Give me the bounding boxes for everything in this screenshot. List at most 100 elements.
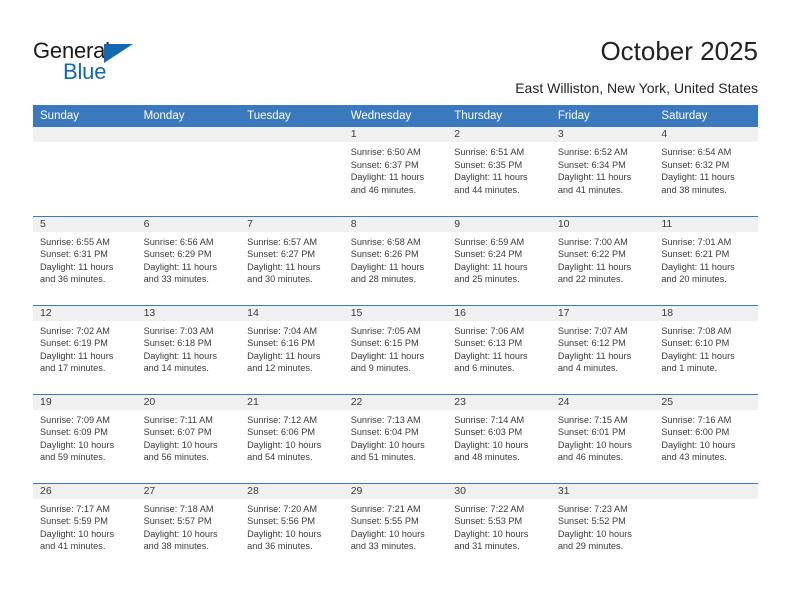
daylight-text-line2: and 41 minutes. [557,184,624,195]
calendar-day-cell[interactable]: 10 Sunrise: 7:00 AM Sunset: 6:22 PM Dayligh… [550,215,655,305]
daylight-text-line2: and 54 minutes. [247,452,313,463]
daylight-text-line1: Daylight: 11 hours [661,172,735,183]
day-details: Sunrise: 6:52 AM Sunset: 6:34 PM Daylight:… [551,142,655,196]
calendar-day-cell[interactable]: 24 Sunrise: 7:15 AM Sunset: 6:01 PM Dayligh… [550,393,655,483]
calendar-day-cell[interactable]: 4 Sunrise: 6:54 AM Sunset: 6:32 PM Daylight… [654,127,758,216]
calendar-day-cell[interactable]: 6 Sunrise: 6:56 AM Sunset: 6:29 PM Daylight… [136,215,241,305]
weekday-header-tuesday: Tuesday [240,105,344,127]
calendar-day-cell[interactable]: 14 Sunrise: 7:04 AM Sunset: 6:16 PM Dayligh… [240,304,344,394]
calendar-day-cell[interactable]: 11 Sunrise: 7:01 AM Sunset: 6:21 PM Dayligh… [654,215,758,305]
daylight-text-line1: Daylight: 11 hours [350,350,425,361]
day-details: Sunrise: 7:02 AM Sunset: 6:19 PM Daylight:… [33,321,137,375]
day-details: Sunrise: 6:54 AM Sunset: 6:32 PM Daylight:… [654,142,758,196]
sunrise-text: Sunrise: 7:20 AM [247,503,318,514]
day-details: Sunrise: 6:51 AM Sunset: 6:35 PM Daylight:… [447,142,551,196]
calendar-day-cell[interactable]: 23 Sunrise: 7:14 AM Sunset: 6:03 PM Dayligh… [447,393,551,483]
calendar-day-cell[interactable]: 15 Sunrise: 7:05 AM Sunset: 6:15 PM Dayligh… [343,304,448,394]
calendar-day-cell[interactable]: 5 Sunrise: 6:55 AM Sunset: 6:31 PM Daylight… [33,215,137,305]
day-number: 12 [33,305,137,321]
day-number: 25 [654,394,758,410]
calendar-day-cell[interactable]: 16 Sunrise: 7:06 AM Sunset: 6:13 PM Dayligh… [447,304,551,394]
calendar-day-cell[interactable]: 22 Sunrise: 7:13 AM Sunset: 6:04 PM Dayligh… [343,393,448,483]
sunset-text: Sunset: 6:19 PM [40,338,108,349]
day-number: 17 [550,305,655,321]
sunset-text: Sunset: 6:37 PM [350,159,419,170]
daylight-text-line2: and 9 minutes. [350,363,411,374]
calendar-day-cell[interactable]: 18 Sunrise: 7:08 AM Sunset: 6:10 PM Dayligh… [654,304,758,394]
calendar-day-cell[interactable]: 1 Sunrise: 6:50 AM Sunset: 6:37 PM Daylight… [343,127,448,216]
daylight-text-line2: and 56 minutes. [143,452,209,463]
daylight-text-line1: Daylight: 11 hours [40,350,114,361]
day-details: Sunrise: 7:23 AM Sunset: 5:52 PM Daylight:… [551,499,655,553]
calendar-day-cell[interactable]: 8 Sunrise: 6:58 AM Sunset: 6:26 PM Daylight… [343,215,448,305]
calendar-day-cell[interactable]: 9 Sunrise: 6:59 AM Sunset: 6:24 PM Daylight… [447,215,551,305]
daylight-text-line1: Daylight: 11 hours [454,172,528,183]
calendar-day-cell[interactable]: 19 Sunrise: 7:09 AM Sunset: 6:09 PM Dayligh… [33,393,137,483]
daylight-text-line1: Daylight: 10 hours [557,439,632,450]
calendar-day-cell[interactable]: 21 Sunrise: 7:12 AM Sunset: 6:06 PM Dayligh… [240,393,344,483]
day-number: 7 [240,216,344,232]
daylight-text-line1: Daylight: 10 hours [454,439,529,450]
calendar-day-cell[interactable]: 17 Sunrise: 7:07 AM Sunset: 6:12 PM Dayligh… [550,304,655,394]
daylight-text-line2: and 38 minutes. [661,184,727,195]
calendar-day-cell[interactable]: 29 Sunrise: 7:21 AM Sunset: 5:55 PM Dayligh… [343,482,448,572]
day-number-band [136,127,241,142]
calendar-day-cell[interactable]: 7 Sunrise: 6:57 AM Sunset: 6:27 PM Daylight… [240,215,344,305]
calendar-cell-empty [33,127,137,216]
calendar-day-cell[interactable]: 2 Sunrise: 6:51 AM Sunset: 6:35 PM Daylight… [447,127,551,216]
sunset-text: Sunset: 6:35 PM [454,159,523,170]
page-header: General Blue October 2025 East Williston… [0,0,792,96]
calendar-day-cell[interactable]: 27 Sunrise: 7:18 AM Sunset: 5:57 PM Dayligh… [136,482,241,572]
sunset-text: Sunset: 6:12 PM [557,338,626,349]
sunrise-text: Sunrise: 7:13 AM [350,414,421,425]
daylight-text-line1: Daylight: 11 hours [350,172,425,183]
calendar-day-cell[interactable]: 12 Sunrise: 7:02 AM Sunset: 6:19 PM Dayligh… [33,304,137,394]
calendar-day-cell[interactable]: 13 Sunrise: 7:03 AM Sunset: 6:18 PM Dayligh… [136,304,241,394]
sunset-text: Sunset: 6:01 PM [557,427,626,438]
general-blue-logo[interactable]: General Blue [33,38,153,84]
day-number-band [33,127,137,142]
weekday-header-monday: Monday [136,105,241,127]
day-details: Sunrise: 7:17 AM Sunset: 5:59 PM Daylight:… [33,499,137,553]
calendar-day-cell[interactable]: 31 Sunrise: 7:23 AM Sunset: 5:52 PM Dayligh… [550,482,655,572]
calendar-day-cell[interactable]: 3 Sunrise: 6:52 AM Sunset: 6:34 PM Daylight… [550,127,655,216]
daylight-text-line2: and 30 minutes. [247,274,313,285]
sunrise-text: Sunrise: 7:15 AM [557,414,628,425]
day-details: Sunrise: 7:05 AM Sunset: 6:15 PM Daylight:… [344,321,448,375]
sunrise-text: Sunrise: 7:04 AM [247,325,318,336]
calendar-week-row: 5 Sunrise: 6:55 AM Sunset: 6:31 PM Daylight… [33,215,758,305]
daylight-text-line1: Daylight: 11 hours [40,261,114,272]
calendar-week-row: 1 Sunrise: 6:50 AM Sunset: 6:37 PM Daylight… [33,127,758,216]
sunset-text: Sunset: 6:07 PM [143,427,212,438]
calendar-week-row: 26 Sunrise: 7:17 AM Sunset: 5:59 PM Dayligh… [33,482,758,572]
sunset-text: Sunset: 6:26 PM [350,249,419,260]
sunset-text: Sunset: 6:31 PM [40,249,108,260]
daylight-text-line1: Daylight: 11 hours [557,350,632,361]
day-details: Sunrise: 7:18 AM Sunset: 5:57 PM Daylight:… [137,499,241,553]
day-number: 5 [33,216,137,232]
sunrise-text: Sunrise: 7:08 AM [661,325,732,336]
daylight-text-line2: and 22 minutes. [557,274,624,285]
daylight-text-line2: and 31 minutes. [454,541,520,552]
calendar-day-cell[interactable]: 30 Sunrise: 7:22 AM Sunset: 5:53 PM Dayligh… [447,482,551,572]
daylight-text-line1: Daylight: 10 hours [661,439,736,450]
daylight-text-line1: Daylight: 10 hours [454,528,529,539]
day-number-band [240,127,344,142]
sunset-text: Sunset: 6:15 PM [350,338,419,349]
day-number: 3 [550,127,655,142]
calendar-page: General Blue October 2025 East Williston… [0,0,792,612]
daylight-text-line2: and 20 minutes. [661,274,727,285]
sunrise-text: Sunrise: 6:59 AM [454,236,525,247]
sunrise-text: Sunrise: 7:03 AM [143,325,214,336]
calendar-day-cell[interactable]: 26 Sunrise: 7:17 AM Sunset: 5:59 PM Dayligh… [33,482,137,572]
day-details: Sunrise: 7:14 AM Sunset: 6:03 PM Daylight:… [447,410,551,464]
day-number: 22 [343,394,448,410]
day-number: 4 [654,127,758,142]
day-details: Sunrise: 6:50 AM Sunset: 6:37 PM Daylight:… [344,142,448,196]
calendar-day-cell[interactable]: 28 Sunrise: 7:20 AM Sunset: 5:56 PM Dayligh… [240,482,344,572]
calendar-day-cell[interactable]: 25 Sunrise: 7:16 AM Sunset: 6:00 PM Dayligh… [654,393,758,483]
daylight-text-line1: Daylight: 11 hours [454,350,528,361]
calendar-day-cell[interactable]: 20 Sunrise: 7:11 AM Sunset: 6:07 PM Dayligh… [136,393,241,483]
sunset-text: Sunset: 6:18 PM [143,338,212,349]
day-details: Sunrise: 7:09 AM Sunset: 6:09 PM Daylight:… [33,410,137,464]
